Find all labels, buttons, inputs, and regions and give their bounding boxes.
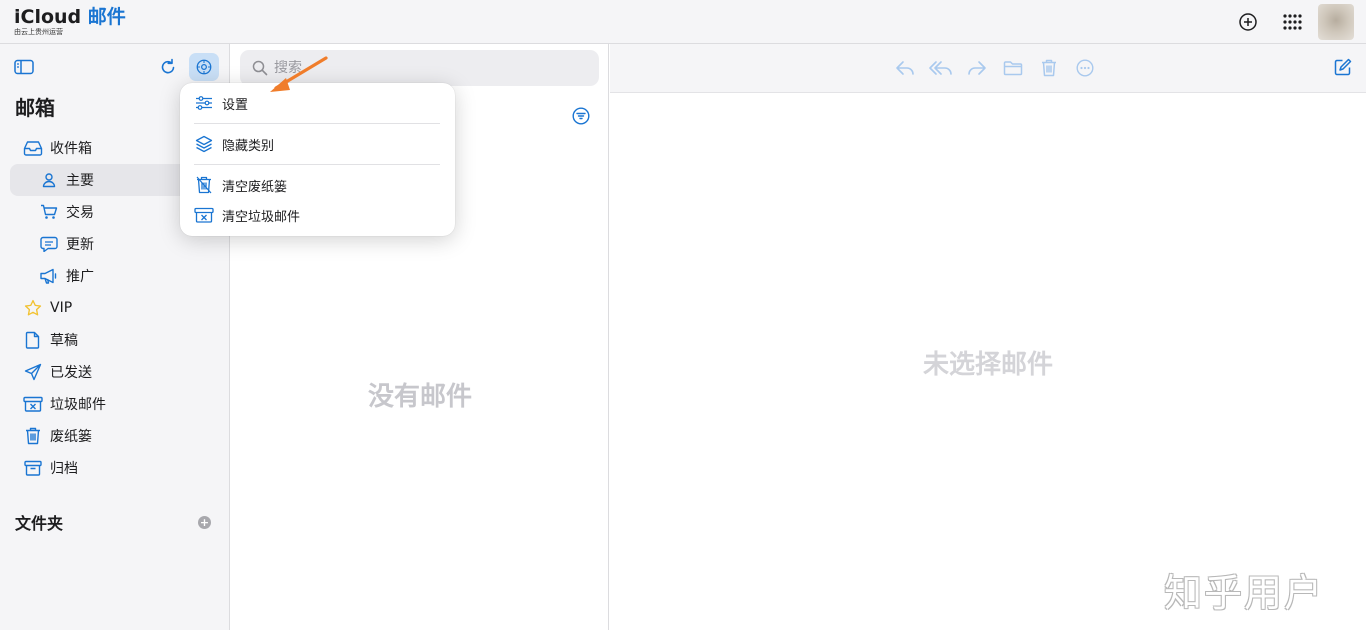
move-to-folder-button[interactable] xyxy=(995,56,1031,80)
annotation-arrow-icon xyxy=(270,56,328,92)
menu-item-empty-junk[interactable]: 清空垃圾邮件 xyxy=(194,203,300,227)
compose-icon xyxy=(1334,58,1352,76)
logo-brand: iCloud xyxy=(14,6,82,28)
menu-item-hide-categories[interactable]: 隐藏类别 xyxy=(194,132,274,156)
menu-item-label: 隐藏类别 xyxy=(222,138,275,154)
reply-button[interactable] xyxy=(887,56,923,80)
trash-icon xyxy=(1042,59,1056,77)
menu-divider xyxy=(194,164,440,165)
sidebar-item-trash[interactable]: 废纸篓 xyxy=(10,420,220,452)
refresh-icon xyxy=(161,58,175,74)
sidebar-item-label: 草稿 xyxy=(50,333,78,349)
gear-icon xyxy=(196,59,212,75)
message-icon xyxy=(38,233,60,255)
sidebar-item-label: 收件箱 xyxy=(50,141,92,157)
reply-icon xyxy=(896,61,914,75)
no-selection-message: 未选择邮件 xyxy=(922,350,1053,380)
sidebar-icon xyxy=(14,59,34,75)
inbox-icon xyxy=(22,137,44,159)
grid-icon xyxy=(1283,14,1302,30)
compose-button[interactable] xyxy=(1334,58,1352,80)
person-icon xyxy=(38,169,60,191)
sidebar-item-label: 主要 xyxy=(66,173,94,189)
sliders-icon xyxy=(194,96,214,110)
star-icon xyxy=(22,297,44,319)
sidebar-item-sent[interactable]: 已发送 xyxy=(10,356,220,388)
sidebar-item-archive[interactable]: 归档 xyxy=(10,452,220,484)
menu-item-label: 清空废纸篓 xyxy=(222,179,288,195)
sidebar-item-label: VIP xyxy=(50,300,73,316)
paperplane-icon xyxy=(22,361,44,383)
folders-section: 文件夹 + xyxy=(15,510,215,534)
no-mail-message: 没有邮件 xyxy=(367,382,472,412)
document-icon xyxy=(22,329,44,351)
junk-clear-icon xyxy=(194,207,214,223)
sidebar-item-junk[interactable]: 垃圾邮件 xyxy=(10,388,220,420)
sidebar-item-label: 已发送 xyxy=(50,365,92,381)
app-grid-button[interactable] xyxy=(1270,0,1314,44)
settings-menu: 设置 隐藏类别 清空废纸篓 清空垃圾邮件 xyxy=(180,83,455,236)
sidebar-item-drafts[interactable]: 草稿 xyxy=(10,324,220,356)
sidebar-item-label: 废纸篓 xyxy=(50,429,92,445)
menu-item-empty-trash[interactable]: 清空废纸篓 xyxy=(194,173,287,197)
menu-item-label: 设置 xyxy=(222,97,249,113)
add-circle-button[interactable] xyxy=(1226,0,1270,44)
mailboxes-heading: 邮箱 xyxy=(15,96,55,120)
filter-icon xyxy=(572,107,590,125)
plus-circle-icon xyxy=(1239,13,1257,31)
menu-divider xyxy=(194,123,440,124)
sidebar-item-promotions[interactable]: 推广 xyxy=(10,260,220,292)
logo-app-name: 邮件 xyxy=(87,6,126,28)
watermark-text: 知乎用户 xyxy=(1164,571,1325,615)
archive-icon xyxy=(22,457,44,479)
reply-all-icon xyxy=(929,61,952,75)
sidebar-item-label: 更新 xyxy=(66,237,94,253)
settings-gear-button[interactable] xyxy=(189,53,219,81)
menu-item-settings[interactable]: 设置 xyxy=(194,91,248,115)
sidebar-item-label: 推广 xyxy=(66,269,94,285)
more-actions-button[interactable] xyxy=(1067,56,1103,80)
sidebar-item-label: 垃圾邮件 xyxy=(50,397,106,413)
operator-note: 由云上贵州运营 xyxy=(14,28,63,36)
layers-icon xyxy=(194,135,214,153)
sidebar-toggle-button[interactable] xyxy=(14,59,34,79)
refresh-button[interactable] xyxy=(158,57,178,81)
filter-button[interactable] xyxy=(572,107,590,129)
add-folder-button[interactable]: + xyxy=(198,515,211,529)
reading-pane: 未选择邮件 知乎用户 xyxy=(610,44,1366,630)
folders-heading: 文件夹 xyxy=(15,514,64,533)
junk-icon xyxy=(22,393,44,415)
forward-icon xyxy=(968,61,986,75)
menu-item-label: 清空垃圾邮件 xyxy=(222,209,301,225)
delete-button[interactable] xyxy=(1031,56,1067,80)
ellipsis-circle-icon xyxy=(1076,59,1094,77)
message-toolbar xyxy=(610,44,1366,93)
sidebar-item-label: 交易 xyxy=(66,205,94,221)
folder-icon xyxy=(1003,61,1023,76)
top-bar: iCloud 邮件 由云上贵州运营 xyxy=(0,0,1366,44)
trash-icon xyxy=(22,425,44,447)
cart-icon xyxy=(38,201,60,223)
app-logo[interactable]: iCloud 邮件 由云上贵州运营 xyxy=(14,6,126,36)
megaphone-icon xyxy=(38,265,60,287)
account-avatar[interactable] xyxy=(1318,4,1354,40)
forward-button[interactable] xyxy=(959,56,995,80)
reply-all-button[interactable] xyxy=(923,56,959,80)
sidebar-item-vip[interactable]: VIP xyxy=(10,292,220,324)
trash-clear-icon xyxy=(194,176,214,194)
sidebar-item-label: 归档 xyxy=(50,461,78,477)
